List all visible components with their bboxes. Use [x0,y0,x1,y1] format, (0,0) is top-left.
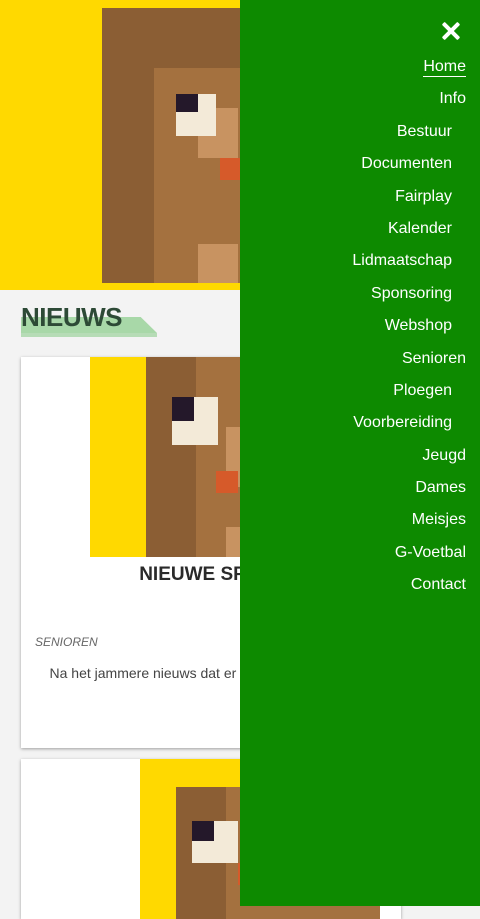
page-title: NIEUWS [21,302,123,332]
section-heading: NIEUWS [21,300,161,340]
close-icon[interactable] [440,20,462,42]
menu-item-fairplay[interactable]: Fairplay [352,187,466,219]
menu-item-info[interactable]: Info [352,89,466,121]
menu-item-voorbereiding[interactable]: Voorbereiding [352,413,466,445]
menu-item-kalender[interactable]: Kalender [352,219,466,251]
mascot-image [102,8,262,283]
menu-list: Home Info Bestuur Documenten Fairplay Ka… [352,57,466,608]
navigation-menu: Home Info Bestuur Documenten Fairplay Ka… [240,0,480,906]
title-underline-bar [21,333,157,337]
menu-item-jeugd[interactable]: Jeugd [352,446,466,478]
menu-item-lidmaatschap[interactable]: Lidmaatschap [352,251,466,283]
menu-item-meisjes[interactable]: Meisjes [352,510,466,542]
menu-item-home[interactable]: Home [352,57,466,89]
news-card-category: SENIOREN [35,635,98,649]
menu-item-g-voetbal[interactable]: G-Voetbal [352,543,466,575]
menu-item-webshop[interactable]: Webshop [352,316,466,348]
menu-item-sponsoring[interactable]: Sponsoring [352,284,466,316]
menu-item-documenten[interactable]: Documenten [352,154,466,186]
menu-item-bestuur[interactable]: Bestuur [352,122,466,154]
menu-item-senioren[interactable]: Senioren [352,349,466,381]
menu-item-contact[interactable]: Contact [352,575,466,607]
menu-item-dames[interactable]: Dames [352,478,466,510]
menu-item-ploegen[interactable]: Ploegen [352,381,466,413]
